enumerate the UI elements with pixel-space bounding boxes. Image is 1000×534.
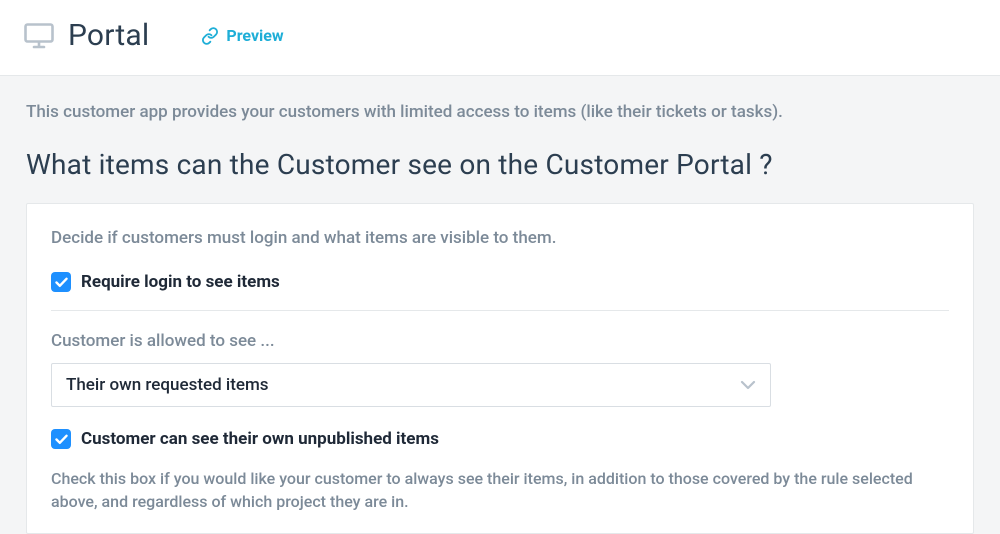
chevron-down-icon [740,380,756,390]
divider [51,310,949,311]
allowed-select[interactable]: Their own requested items [51,363,771,407]
require-login-label[interactable]: Require login to see items [81,272,280,292]
allowed-subheading: Customer is allowed to see ... [51,331,949,351]
unpublished-checkbox[interactable] [51,429,71,449]
content-area: This customer app provides your customer… [0,76,1000,534]
page-title: Portal [68,18,149,53]
card-intro: Decide if customers must login and what … [51,228,949,248]
page-description: This customer app provides your customer… [26,102,974,122]
preview-link[interactable]: Preview [201,26,283,45]
link-icon [201,27,219,45]
preview-link-label: Preview [226,26,283,45]
allowed-select-value: Their own requested items [66,375,269,395]
require-login-checkbox[interactable] [51,272,71,292]
section-heading: What items can the Customer see on the C… [26,148,974,181]
monitor-icon [24,23,54,49]
unpublished-label[interactable]: Customer can see their own unpublished i… [81,429,439,449]
unpublished-help: Check this box if you would like your cu… [51,467,949,513]
page-header: Portal Preview [0,0,1000,76]
settings-card: Decide if customers must login and what … [26,203,974,534]
require-login-row: Require login to see items [51,272,949,292]
unpublished-row: Customer can see their own unpublished i… [51,429,949,449]
